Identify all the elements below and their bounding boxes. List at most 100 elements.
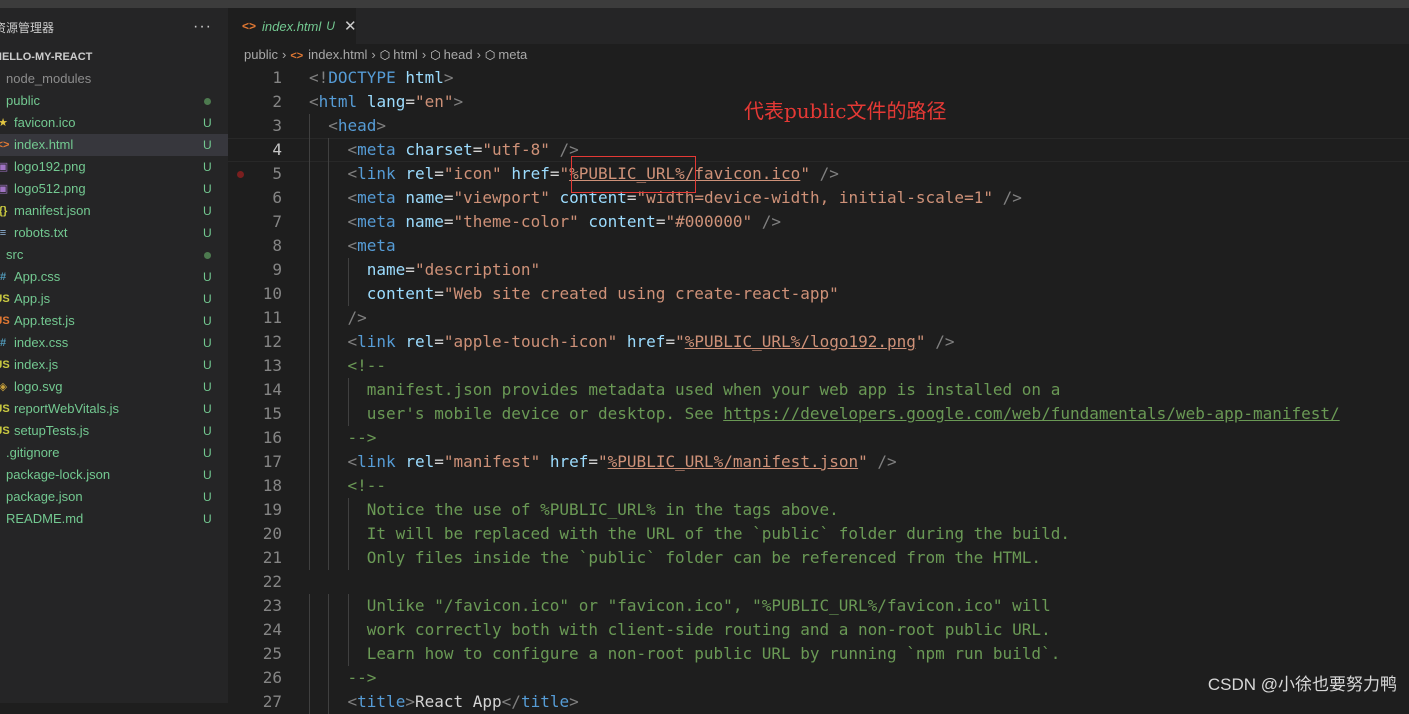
tree-item-app-css[interactable]: # App.css U: [0, 266, 228, 288]
indent-guide: [309, 234, 310, 258]
tree-item-index-html[interactable]: <> index.html U: [0, 134, 228, 156]
tree-item-gitignore[interactable]: .gitignore U: [0, 442, 228, 464]
git-status-badge: U: [203, 182, 212, 196]
git-status-badge: U: [203, 446, 212, 460]
code-line[interactable]: 11 />: [228, 306, 1409, 330]
code-line[interactable]: 16 -->: [228, 426, 1409, 450]
token-str: ": [915, 332, 926, 351]
git-status-badge: U: [203, 424, 212, 438]
tree-item-app-js[interactable]: JS App.js U: [0, 288, 228, 310]
line-number: 27: [262, 692, 282, 711]
close-icon[interactable]: ✕: [344, 17, 357, 35]
token-txt: =: [665, 332, 676, 351]
tree-item-app-test-js[interactable]: JS App.test.js U: [0, 310, 228, 332]
workspace-section-header[interactable]: HELLO-MY-REACT: [0, 46, 228, 68]
line-number: 18: [262, 476, 282, 495]
line-number: 7: [272, 212, 282, 231]
tree-item-logo-svg[interactable]: ◈ logo.svg U: [0, 376, 228, 398]
code-line[interactable]: 23 Unlike "/favicon.ico" or "favicon.ico"…: [228, 594, 1409, 618]
breadcrumb-item-index-html[interactable]: <> index.html: [290, 44, 367, 67]
indent-guide: [309, 378, 310, 402]
indent-guide: [309, 522, 310, 546]
modified-dot-icon: [204, 98, 211, 105]
tree-item-setuptests-js[interactable]: JS setupTests.js U: [0, 420, 228, 442]
code-line[interactable]: 24 work correctly both with client-side r…: [228, 618, 1409, 642]
file-type-icon: JS: [0, 425, 10, 437]
code-line[interactable]: 5 <link rel="icon" href="%PUBLIC_URL%/fav…: [228, 162, 1409, 186]
token-str: "viewport": [453, 188, 550, 207]
tree-item-public[interactable]: public: [0, 90, 228, 112]
token-punc: </: [501, 692, 521, 711]
tree-item-logo192-png[interactable]: ▣ logo192.png U: [0, 156, 228, 178]
file-type-icon: #: [0, 271, 7, 283]
code-editor[interactable]: 1 <!DOCTYPE html> 2 <html lang="en"> 3 <head>…: [228, 66, 1409, 714]
file-type-icon: ▣: [0, 183, 9, 195]
code-line[interactable]: 13 <!--: [228, 354, 1409, 378]
code-text: name="description": [367, 258, 540, 282]
code-line[interactable]: 14 manifest.json provides metadata used w…: [228, 378, 1409, 402]
indent-guide: [328, 690, 330, 714]
tree-item-src[interactable]: src: [0, 244, 228, 266]
code-line[interactable]: 21 Only files inside the `public` folder …: [228, 546, 1409, 570]
code-line[interactable]: 22: [228, 570, 1409, 594]
more-actions-icon[interactable]: ···: [193, 18, 212, 36]
token-punc: >: [405, 692, 415, 711]
code-line[interactable]: 10 content="Web site created using create…: [228, 282, 1409, 306]
code-line[interactable]: 15 user's mobile device or desktop. See h…: [228, 402, 1409, 426]
token-str: "description": [414, 260, 541, 279]
tree-item-label: setupTests.js: [14, 423, 90, 438]
token-attr: href: [626, 332, 666, 351]
breadcrumb-item-public[interactable]: public: [244, 44, 278, 66]
tree-item-robots-txt[interactable]: ≡ robots.txt U: [0, 222, 228, 244]
tab-label: index.html: [262, 18, 322, 34]
annotation-text: 代表public文件的路径: [744, 99, 947, 123]
tree-item-reportwebvitals-js[interactable]: JS reportWebVitals.js U: [0, 398, 228, 420]
code-line[interactable]: 12 <link rel="apple-touch-icon" href="%PU…: [228, 330, 1409, 354]
tab-index-html[interactable]: <> index.html U ✕: [228, 8, 357, 44]
token-punc: <: [347, 692, 358, 711]
code-line[interactable]: 4 <meta charset="utf-8" />: [228, 138, 1409, 162]
token-txt: =: [434, 332, 444, 351]
indent-guide: [328, 426, 330, 450]
code-line[interactable]: 19 Notice the use of %PUBLIC_URL% in the …: [228, 498, 1409, 522]
code-line[interactable]: 7 <meta name="theme-color" content="#0000…: [228, 210, 1409, 234]
code-line[interactable]: 17 <link rel="manifest" href="%PUBLIC_URL…: [228, 450, 1409, 474]
code-line[interactable]: 25 Learn how to configure a non-root publ…: [228, 642, 1409, 666]
file-type-icon: JS: [0, 293, 10, 305]
tree-item-index-js[interactable]: JS index.js U: [0, 354, 228, 376]
tree-item-node-modules[interactable]: node_modules: [0, 68, 228, 90]
line-number: 6: [272, 188, 282, 207]
indent-guide: [347, 546, 349, 570]
indent-guide: [328, 138, 330, 162]
token-tag: meta: [357, 236, 396, 255]
code-line[interactable]: 6 <meta name="viewport" content="width=de…: [228, 186, 1409, 210]
token-tag: meta: [357, 188, 396, 207]
tree-item-index-css[interactable]: # index.css U: [0, 332, 228, 354]
breadcrumb-item-meta[interactable]: ⬡ meta: [485, 44, 527, 66]
tree-item-manifest-json[interactable]: {} manifest.json U: [0, 200, 228, 222]
token-link[interactable]: https://developers.google.com/web/fundam…: [723, 404, 1340, 423]
breadcrumb-item-html[interactable]: ⬡ html: [380, 44, 418, 66]
indent-guide: [309, 642, 310, 666]
code-line[interactable]: 8 <meta: [228, 234, 1409, 258]
indent-guide: [328, 642, 330, 666]
indent-guide: [309, 186, 310, 210]
token-punc: />: [935, 332, 955, 351]
tree-item-package-json[interactable]: package.json U: [0, 486, 228, 508]
git-status-badge: U: [203, 160, 212, 174]
tree-item-logo512-png[interactable]: ▣ logo512.png U: [0, 178, 228, 200]
code-line[interactable]: 1 <!DOCTYPE html>: [228, 66, 1409, 90]
code-text: />: [348, 306, 367, 330]
code-line[interactable]: 9 name="description": [228, 258, 1409, 282]
tree-item-package-lock-json[interactable]: package-lock.json U: [0, 464, 228, 486]
code-line[interactable]: 18 <!--: [228, 474, 1409, 498]
tree-item-favicon-ico[interactable]: ★ favicon.ico U: [0, 112, 228, 134]
code-line[interactable]: 20 It will be replaced with the URL of th…: [228, 522, 1409, 546]
tree-item-readme-md[interactable]: README.md U: [0, 508, 228, 530]
breadcrumb-item-head[interactable]: ⬡ head: [430, 44, 472, 66]
token-tag: link: [357, 164, 396, 183]
token-punc: />: [1002, 188, 1022, 207]
